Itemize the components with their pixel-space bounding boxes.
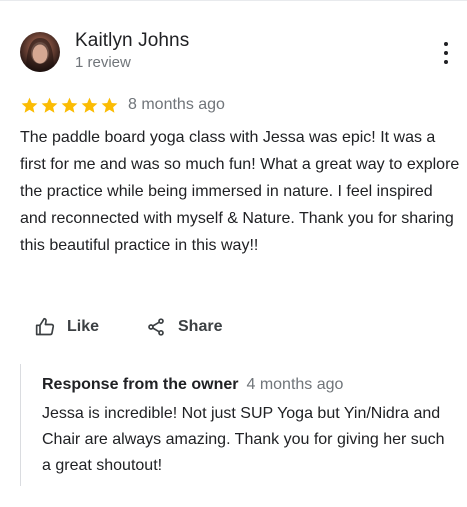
- owner-response-text: Jessa is incredible! Not just SUP Yoga b…: [42, 405, 445, 474]
- star-icon: [21, 97, 38, 113]
- share-icon: [148, 318, 164, 336]
- owner-response-date: 4 months ago: [246, 376, 344, 393]
- star-icon: [61, 97, 78, 113]
- owner-response-label: Response from the owner: [42, 376, 239, 393]
- owner-response: Response from the owner 4 months ago Jess…: [20, 364, 451, 486]
- like-button[interactable]: Like: [35, 314, 99, 340]
- share-button[interactable]: Share: [146, 314, 222, 340]
- author-review-count: 1 review: [75, 54, 131, 71]
- owner-response-header: Response from the owner 4 months ago: [42, 376, 343, 394]
- share-label: Share: [178, 318, 223, 335]
- review-date: 8 months ago: [128, 96, 225, 113]
- more-vert-icon[interactable]: [438, 42, 454, 64]
- star-icon: [101, 97, 118, 113]
- rating-row: 8 months ago: [20, 94, 225, 116]
- star-icon: [41, 97, 58, 113]
- star-icon: [81, 97, 98, 113]
- avatar[interactable]: [20, 32, 60, 72]
- top-divider: [0, 0, 467, 1]
- review-text: The paddle board yoga class with Jessa w…: [20, 129, 460, 254]
- avatar-photo: [26, 38, 54, 72]
- star-rating: [20, 96, 119, 115]
- author-name[interactable]: Kaitlyn Johns: [75, 30, 189, 52]
- like-label: Like: [67, 318, 100, 335]
- thumb-up-icon: [35, 317, 55, 336]
